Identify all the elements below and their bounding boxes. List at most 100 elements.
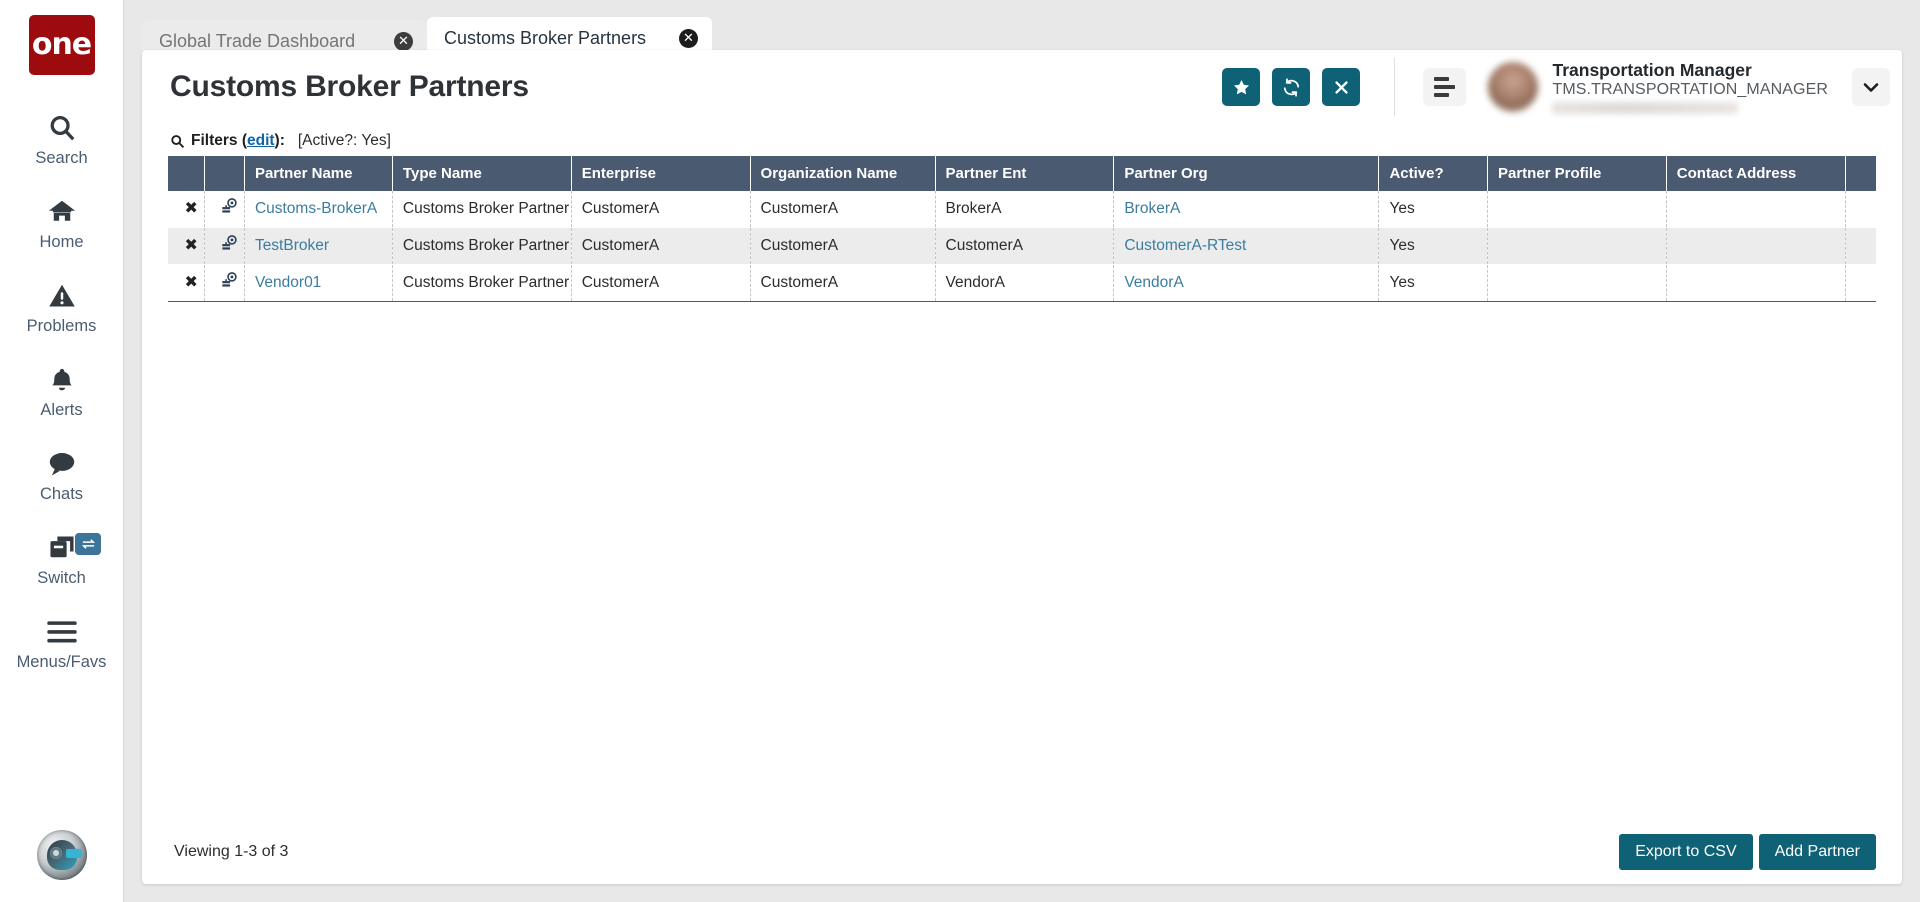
col-header-partner-name[interactable]: Partner Name bbox=[244, 156, 392, 191]
chevron-down-icon[interactable] bbox=[1852, 68, 1890, 106]
page-card: Customs Broker Partners bbox=[142, 50, 1902, 884]
export-to-csv-button[interactable]: Export to CSV bbox=[1619, 834, 1752, 870]
cell-partner-ent: BrokerA bbox=[935, 191, 1114, 228]
tab-label: Global Trade Dashboard bbox=[159, 31, 355, 52]
cell-spacer bbox=[1845, 228, 1876, 265]
cell-delete[interactable]: ✖ bbox=[168, 265, 205, 302]
refresh-button[interactable] bbox=[1272, 68, 1310, 106]
record-details-icon[interactable] bbox=[221, 198, 238, 215]
refresh-icon bbox=[1282, 78, 1301, 97]
sidebar-item-alerts[interactable]: Alerts bbox=[0, 349, 123, 433]
sidebar-item-switch[interactable]: Switch bbox=[0, 517, 123, 601]
avatar bbox=[1488, 62, 1538, 112]
cell-partner-org[interactable]: BrokerA bbox=[1114, 191, 1379, 228]
col-header-partner-org[interactable]: Partner Org bbox=[1114, 156, 1379, 191]
partner-name-link[interactable]: TestBroker bbox=[255, 237, 329, 254]
cell-detail[interactable] bbox=[205, 191, 244, 228]
record-details-icon[interactable] bbox=[221, 235, 238, 252]
sidebar-item-label: Search bbox=[35, 149, 87, 168]
cell-active: Yes bbox=[1379, 191, 1488, 228]
close-circle-icon[interactable]: ✕ bbox=[394, 32, 413, 51]
page-footer: Viewing 1-3 of 3 Export to CSV Add Partn… bbox=[142, 834, 1902, 870]
cell-organization-name: CustomerA bbox=[750, 265, 935, 302]
col-header-delete[interactable] bbox=[168, 156, 205, 191]
tab-label: Customs Broker Partners bbox=[444, 28, 646, 49]
hamburger-icon bbox=[46, 615, 78, 649]
close-circle-icon[interactable]: ✕ bbox=[679, 29, 698, 48]
table-header-row: Partner Name Type Name Enterprise Organi… bbox=[168, 156, 1876, 191]
sidebar-item-label: Menus/Favs bbox=[17, 653, 107, 672]
col-header-organization-name[interactable]: Organization Name bbox=[750, 156, 935, 191]
cell-delete[interactable]: ✖ bbox=[168, 191, 205, 228]
cell-spacer bbox=[1845, 191, 1876, 228]
table-row[interactable]: ✖Customs-BrokerACustoms Broker PartnerCu… bbox=[168, 191, 1876, 228]
table-head: Partner Name Type Name Enterprise Organi… bbox=[168, 156, 1876, 191]
col-header-enterprise[interactable]: Enterprise bbox=[571, 156, 750, 191]
sidebar-item-search[interactable]: Search bbox=[0, 97, 123, 181]
list-menu-bars bbox=[1434, 77, 1455, 97]
partner-org-link[interactable]: CustomerA-RTest bbox=[1124, 237, 1246, 254]
col-header-spacer bbox=[1845, 156, 1876, 191]
warning-triangle-icon bbox=[47, 279, 77, 313]
x-icon[interactable]: ✖ bbox=[185, 198, 198, 217]
table-row[interactable]: ✖TestBrokerCustoms Broker PartnerCustome… bbox=[168, 228, 1876, 265]
sidebar-item-chats[interactable]: Chats bbox=[0, 433, 123, 517]
cell-contact-address bbox=[1666, 191, 1845, 228]
record-details-icon[interactable] bbox=[221, 272, 238, 289]
add-partner-button[interactable]: Add Partner bbox=[1759, 834, 1876, 870]
cell-detail[interactable] bbox=[205, 228, 244, 265]
bell-icon bbox=[48, 363, 76, 397]
col-header-active[interactable]: Active? bbox=[1379, 156, 1488, 191]
favorite-button[interactable] bbox=[1222, 68, 1260, 106]
sidebar-item-label: Switch bbox=[37, 569, 86, 588]
sidebar-item-home[interactable]: Home bbox=[0, 181, 123, 265]
cell-partner-ent: CustomerA bbox=[935, 228, 1114, 265]
col-header-contact-address[interactable]: Contact Address bbox=[1666, 156, 1845, 191]
partner-org-link[interactable]: BrokerA bbox=[1124, 200, 1180, 217]
col-header-partner-ent[interactable]: Partner Ent bbox=[935, 156, 1114, 191]
cell-detail[interactable] bbox=[205, 265, 244, 302]
table-body: ✖Customs-BrokerACustoms Broker PartnerCu… bbox=[168, 191, 1876, 302]
close-button[interactable] bbox=[1322, 68, 1360, 106]
table-row[interactable]: ✖Vendor01Customs Broker PartnerCustomerA… bbox=[168, 265, 1876, 302]
filters-edit-link[interactable]: edit bbox=[247, 132, 275, 149]
list-menu-icon[interactable] bbox=[1423, 68, 1466, 106]
partner-name-link[interactable]: Customs-BrokerA bbox=[255, 200, 377, 217]
cell-partner-profile bbox=[1487, 228, 1666, 265]
cell-enterprise: CustomerA bbox=[571, 228, 750, 265]
x-icon bbox=[1333, 79, 1350, 96]
col-header-type-name[interactable]: Type Name bbox=[392, 156, 571, 191]
search-icon bbox=[170, 134, 185, 149]
col-header-partner-profile[interactable]: Partner Profile bbox=[1487, 156, 1666, 191]
sidebar-item-problems[interactable]: Problems bbox=[0, 265, 123, 349]
sidebar-item-label: Alerts bbox=[40, 401, 82, 420]
x-icon[interactable]: ✖ bbox=[185, 235, 198, 254]
assistant-orb-icon[interactable] bbox=[37, 830, 87, 880]
cell-partner-name[interactable]: Vendor01 bbox=[244, 265, 392, 302]
sidebar-item-menus-favs[interactable]: Menus/Favs bbox=[0, 601, 123, 685]
cell-active: Yes bbox=[1379, 265, 1488, 302]
cell-partner-profile bbox=[1487, 265, 1666, 302]
swap-arrows-icon[interactable] bbox=[75, 533, 101, 555]
cell-partner-org[interactable]: CustomerA-RTest bbox=[1114, 228, 1379, 265]
results-table: Partner Name Type Name Enterprise Organi… bbox=[168, 156, 1876, 302]
cell-organization-name: CustomerA bbox=[750, 191, 935, 228]
footer-buttons: Export to CSV Add Partner bbox=[1619, 834, 1876, 870]
header-divider bbox=[1394, 58, 1395, 116]
cell-delete[interactable]: ✖ bbox=[168, 228, 205, 265]
partner-name-link[interactable]: Vendor01 bbox=[255, 274, 321, 291]
partner-org-link[interactable]: VendorA bbox=[1124, 274, 1183, 291]
x-icon[interactable]: ✖ bbox=[185, 272, 198, 291]
cell-partner-name[interactable]: TestBroker bbox=[244, 228, 392, 265]
one-logo-text: one bbox=[32, 30, 91, 60]
cell-partner-org[interactable]: VendorA bbox=[1114, 265, 1379, 302]
one-logo[interactable]: one bbox=[29, 15, 95, 75]
user-block[interactable]: Transportation Manager TMS.TRANSPORTATIO… bbox=[1488, 60, 1828, 114]
main-region: Global Trade Dashboard ✕ Customs Broker … bbox=[124, 0, 1920, 902]
col-header-detail[interactable] bbox=[205, 156, 244, 191]
cell-partner-profile bbox=[1487, 191, 1666, 228]
cell-enterprise: CustomerA bbox=[571, 265, 750, 302]
user-name: Transportation Manager bbox=[1552, 60, 1828, 81]
cell-partner-name[interactable]: Customs-BrokerA bbox=[244, 191, 392, 228]
filters-active-value: [Active?: Yes] bbox=[298, 132, 391, 150]
